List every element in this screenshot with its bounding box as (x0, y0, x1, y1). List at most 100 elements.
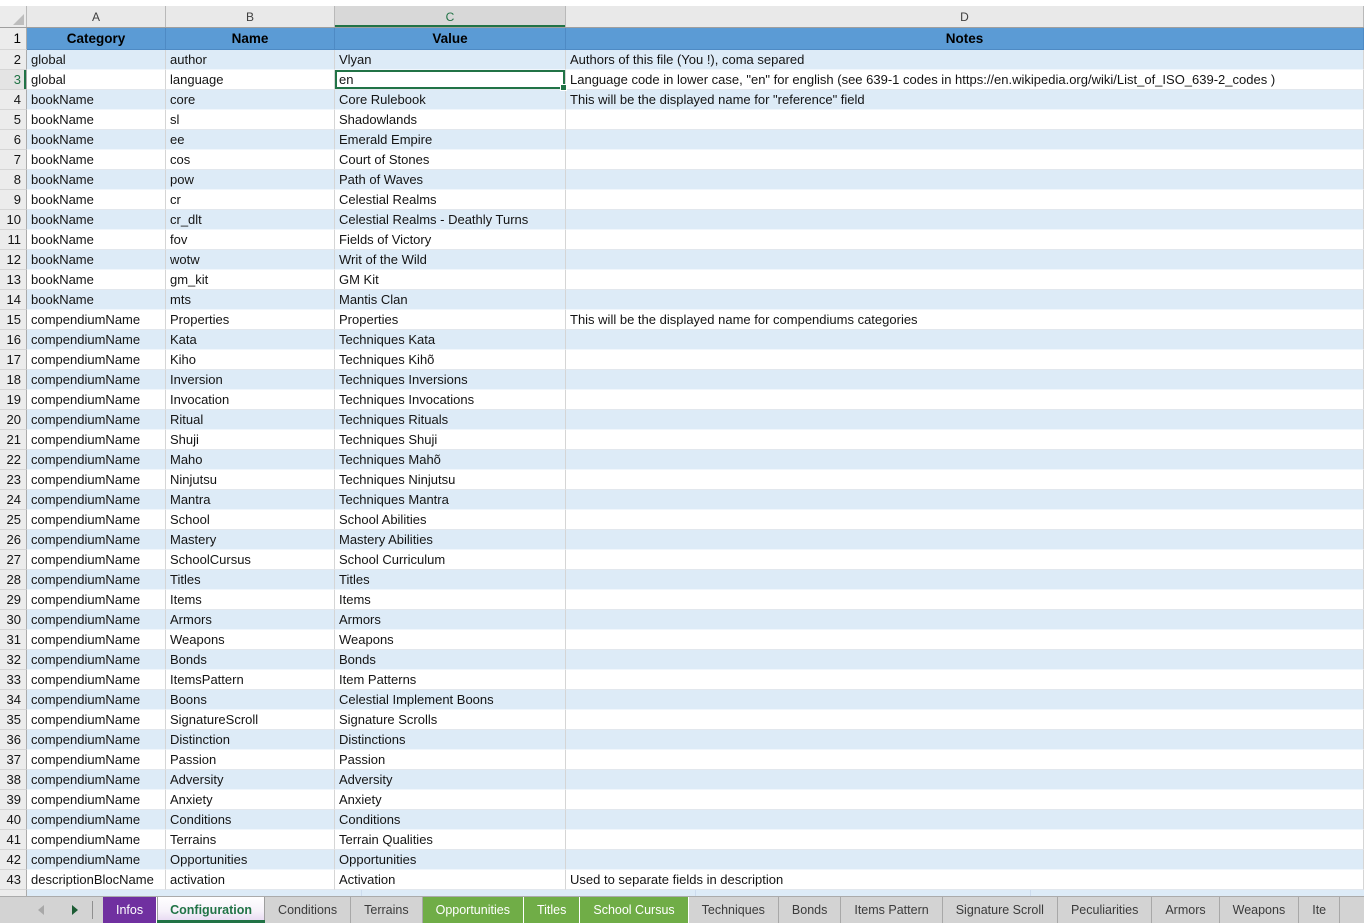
cell-category[interactable]: compendiumName (27, 830, 166, 850)
sheet-tab-titles[interactable]: Titles (524, 897, 580, 923)
cell-notes[interactable] (566, 630, 1364, 650)
row-header[interactable]: 20 (0, 410, 27, 430)
row-header[interactable]: 35 (0, 710, 27, 730)
cell-name[interactable]: Kata (166, 330, 335, 350)
sheet-tab-ite[interactable]: Ite (1299, 897, 1340, 923)
row-header[interactable]: 10 (0, 210, 27, 230)
cell-name[interactable]: cr_dlt (166, 210, 335, 230)
row-header[interactable]: 22 (0, 450, 27, 470)
cell-value[interactable]: Adversity (335, 770, 566, 790)
cell-notes[interactable] (566, 110, 1364, 130)
cell-category[interactable]: compendiumName (27, 670, 166, 690)
cell-category[interactable]: compendiumName (27, 530, 166, 550)
header-category[interactable]: Category (27, 28, 166, 50)
cell-value[interactable]: Distinctions (335, 730, 566, 750)
cell-notes[interactable] (566, 190, 1364, 210)
cell-value[interactable]: Techniques Mahõ (335, 450, 566, 470)
row-header[interactable]: 24 (0, 490, 27, 510)
cell-notes[interactable] (566, 610, 1364, 630)
cell-notes[interactable] (566, 650, 1364, 670)
cell-notes[interactable] (566, 730, 1364, 750)
cell-name[interactable]: activation (166, 870, 335, 890)
cell-value[interactable]: Techniques Shuji (335, 430, 566, 450)
column-header-c[interactable]: C (335, 6, 566, 27)
cell-name[interactable]: Shuji (166, 430, 335, 450)
cell-name[interactable]: Mastery (166, 530, 335, 550)
cell-category[interactable]: compendiumName (27, 730, 166, 750)
cell-value[interactable]: Item Patterns (335, 670, 566, 690)
cell-notes[interactable] (566, 290, 1364, 310)
cell-category[interactable]: bookName (27, 210, 166, 230)
row-header[interactable]: 8 (0, 170, 27, 190)
cell-name[interactable]: School (166, 510, 335, 530)
column-header-d[interactable]: D (566, 6, 1364, 27)
cell-value[interactable]: Fields of Victory (335, 230, 566, 250)
sheet-tab-infos[interactable]: Infos (103, 897, 157, 923)
row-header[interactable]: 18 (0, 370, 27, 390)
cell-category[interactable]: bookName (27, 270, 166, 290)
row-header[interactable]: 5 (0, 110, 27, 130)
cell-name[interactable]: Ninjutsu (166, 470, 335, 490)
cell-notes[interactable] (566, 410, 1364, 430)
cell-name[interactable]: gm_kit (166, 270, 335, 290)
row-header[interactable]: 12 (0, 250, 27, 270)
cell-category[interactable]: compendiumName (27, 390, 166, 410)
cell-name[interactable]: wotw (166, 250, 335, 270)
row-header[interactable]: 21 (0, 430, 27, 450)
sheet-tab-configuration[interactable]: Configuration (157, 897, 265, 923)
cell-notes[interactable] (566, 670, 1364, 690)
cell-notes[interactable] (566, 170, 1364, 190)
cell-name[interactable]: author (166, 50, 335, 70)
cell-notes[interactable] (566, 810, 1364, 830)
cell-notes[interactable] (566, 770, 1364, 790)
sheet-tab-school-cursus[interactable]: School Cursus (580, 897, 688, 923)
cell-category[interactable]: compendiumName (27, 710, 166, 730)
cell-name[interactable]: mts (166, 290, 335, 310)
cell-notes[interactable] (566, 130, 1364, 150)
cell-name[interactable]: Inversion (166, 370, 335, 390)
cell-notes[interactable] (566, 830, 1364, 850)
row-header[interactable]: 9 (0, 190, 27, 210)
cell-name[interactable]: ee (166, 130, 335, 150)
sheet-tab-techniques[interactable]: Techniques (689, 897, 779, 923)
cell-value[interactable]: Terrain Qualities (335, 830, 566, 850)
sheet-tab-armors[interactable]: Armors (1152, 897, 1219, 923)
cell-category[interactable]: compendiumName (27, 750, 166, 770)
cell-name[interactable]: SignatureScroll (166, 710, 335, 730)
cell-value[interactable]: GM Kit (335, 270, 566, 290)
cell-notes[interactable] (566, 350, 1364, 370)
cell-notes[interactable] (566, 790, 1364, 810)
row-header[interactable]: 27 (0, 550, 27, 570)
cell-name[interactable]: Maho (166, 450, 335, 470)
cell-notes[interactable] (566, 530, 1364, 550)
row-header[interactable]: 17 (0, 350, 27, 370)
row-header[interactable]: 23 (0, 470, 27, 490)
row-header[interactable]: 15 (0, 310, 27, 330)
cell-name[interactable]: Mantra (166, 490, 335, 510)
sheet-tab-conditions[interactable]: Conditions (265, 897, 351, 923)
cell-notes[interactable] (566, 150, 1364, 170)
cell-name[interactable]: Weapons (166, 630, 335, 650)
cell-category[interactable]: compendiumName (27, 790, 166, 810)
cell-category[interactable]: compendiumName (27, 310, 166, 330)
cell-value[interactable]: Anxiety (335, 790, 566, 810)
sheet-tab-peculiarities[interactable]: Peculiarities (1058, 897, 1152, 923)
cell-name[interactable]: SchoolCursus (166, 550, 335, 570)
cell-notes[interactable] (566, 550, 1364, 570)
cell-value[interactable]: Techniques Kihõ (335, 350, 566, 370)
row-header[interactable]: 1 (0, 28, 27, 50)
cell-category[interactable]: compendiumName (27, 490, 166, 510)
cell-value[interactable]: en (335, 70, 566, 90)
row-header[interactable]: 31 (0, 630, 27, 650)
cell-notes[interactable] (566, 270, 1364, 290)
row-header[interactable]: 33 (0, 670, 27, 690)
cell-name[interactable]: Ritual (166, 410, 335, 430)
cell-notes[interactable]: Authors of this file (You !), coma separ… (566, 50, 1364, 70)
cell-category[interactable]: bookName (27, 190, 166, 210)
cell-value[interactable]: Weapons (335, 630, 566, 650)
cell-category[interactable]: bookName (27, 290, 166, 310)
cell-notes[interactable] (566, 390, 1364, 410)
cell-notes[interactable]: Language code in lower case, "en" for en… (566, 70, 1364, 90)
cell-value[interactable]: Emerald Empire (335, 130, 566, 150)
cell-name[interactable]: Boons (166, 690, 335, 710)
